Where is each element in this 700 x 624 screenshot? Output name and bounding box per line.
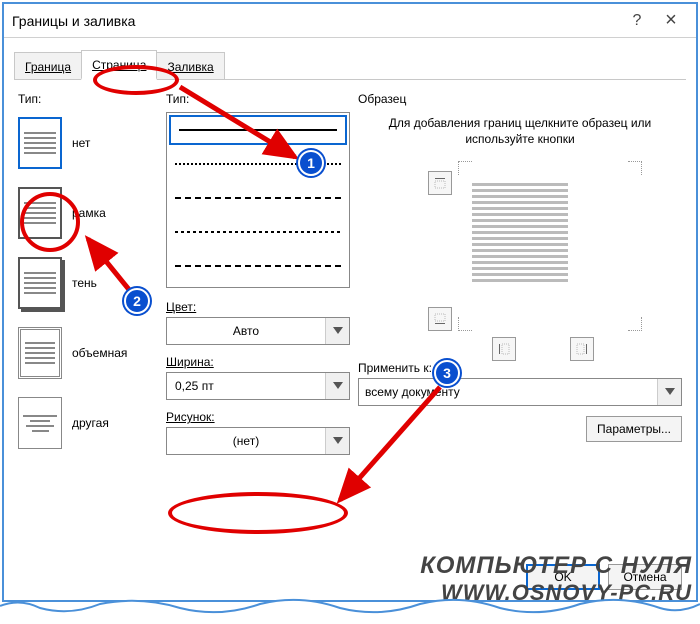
tab-page[interactable]: Страница [81,50,157,80]
preview-corner-bl [458,317,472,331]
annotation-arrow-1 [130,77,310,177]
annotation-arrow-3 [300,382,470,522]
width-label: Ширина: [166,355,350,369]
preview-corner-tr [628,161,642,175]
color-combo-arrow[interactable] [325,318,349,344]
preview-area [358,161,682,331]
tab-border[interactable]: Граница [14,52,82,80]
watermark-line1: КОМПЬЮТЕР С НУЛЯ [420,552,692,580]
color-combo[interactable]: Авто [166,317,350,345]
annotation-badge-3: 3 [434,360,460,386]
preview-hint: Для добавления границ щелкните образец и… [366,116,674,147]
setting-3d-label: объемная [72,346,127,360]
setting-custom-label: другая [72,416,109,430]
border-top-button[interactable] [428,171,452,195]
setting-none-icon [18,117,62,169]
color-label: Цвет: [166,300,350,314]
border-bottom-button[interactable] [428,307,452,331]
line-style-dashdot[interactable] [167,249,349,283]
apply-combo-arrow[interactable] [657,379,681,405]
annotation-badge-1: 1 [298,150,324,176]
options-button[interactable]: Параметры... [586,416,682,442]
preview-document[interactable] [470,181,570,311]
border-left-button[interactable] [492,337,516,361]
line-style-dash-l[interactable] [167,181,349,215]
setting-3d[interactable]: объемная [18,322,158,384]
ragged-bottom-edge [0,594,700,624]
preview-label: Образец [358,92,682,106]
window-title: Границы и заливка [12,13,620,29]
setting-box-icon [18,187,62,239]
setting-3d-icon [18,327,62,379]
close-button[interactable]: × [654,4,688,38]
line-style-dash-m[interactable] [167,215,349,249]
tab-bar: Граница Страница Заливка [4,38,696,80]
preview-corner-br [628,317,642,331]
help-button[interactable]: ? [620,4,654,38]
setting-none-label: нет [72,136,90,150]
apply-to-label: Применить к: [358,361,682,375]
setting-custom[interactable]: другая [18,392,158,454]
color-value: Авто [167,324,325,338]
preview-corner-tl [458,161,472,175]
tab-shading[interactable]: Заливка [156,52,224,80]
border-right-button[interactable] [570,337,594,361]
setting-shadow-icon [18,257,62,309]
annotation-badge-2: 2 [124,288,150,314]
title-bar: Границы и заливка ? × [4,4,696,38]
setting-custom-icon [18,397,62,449]
